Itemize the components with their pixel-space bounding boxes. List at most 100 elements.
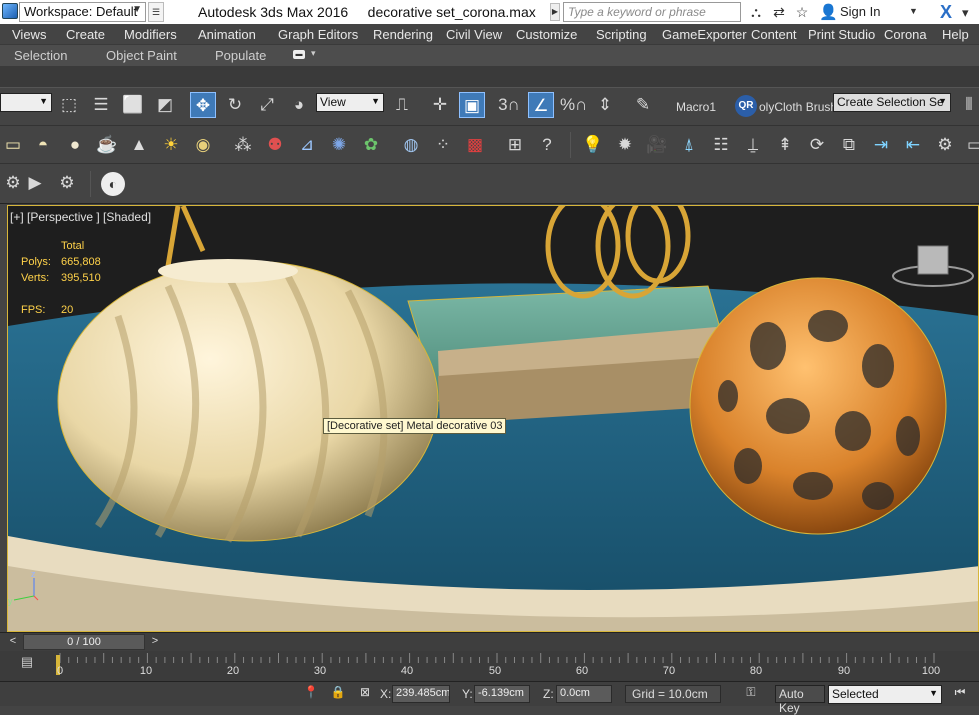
menu-graph-editors[interactable]: Graph Editors: [278, 27, 358, 42]
track-bar[interactable]: ▤ 0 10 20 30 40 50 60 70 80 90 100: [0, 651, 979, 681]
scale-tool-icon[interactable]: ⤢: [254, 92, 280, 118]
exchange-apps-icon[interactable]: X: [936, 2, 956, 22]
workspace-dropdown[interactable]: Workspace: Default ▼: [19, 2, 146, 22]
refresh-icon[interactable]: ⟳: [804, 132, 830, 158]
plane-icon[interactable]: ▭: [0, 132, 26, 158]
reference-coordinate-dropdown[interactable]: View ▼: [316, 93, 384, 112]
menu-rendering[interactable]: Rendering: [373, 27, 433, 42]
window-icon[interactable]: ▭: [962, 132, 979, 158]
menu-modifiers[interactable]: Modifiers: [124, 27, 177, 42]
ribbon-toggle-icon[interactable]: ▬: [293, 50, 305, 59]
render-frame-icon[interactable]: ▩: [462, 132, 488, 158]
app-logo-icon[interactable]: [2, 3, 18, 19]
y-coordinate-field[interactable]: -6.139cm: [474, 685, 530, 703]
rotate-tool-icon[interactable]: ↻: [222, 92, 248, 118]
tab-object-paint[interactable]: Object Paint: [106, 48, 177, 63]
help-menu-icon[interactable]: ▾: [962, 5, 969, 21]
grass-icon[interactable]: ✿: [358, 132, 384, 158]
tab-populate[interactable]: Populate: [215, 48, 266, 63]
tree-icon[interactable]: ⍋: [676, 132, 702, 158]
snaps-toggle-icon[interactable]: 3∩: [496, 92, 522, 118]
menu-civil-view[interactable]: Civil View: [446, 27, 502, 42]
render-iterative-icon[interactable]: ⚙: [54, 170, 80, 196]
rectangular-selection-icon[interactable]: ⬜: [120, 92, 146, 118]
sphere-icon[interactable]: ●: [62, 132, 88, 158]
help-circle-icon[interactable]: ?: [534, 132, 560, 158]
time-slider[interactable]: 0 / 100: [23, 634, 145, 650]
cone-icon[interactable]: ▲: [126, 132, 152, 158]
export-icon[interactable]: ⇤: [900, 132, 926, 158]
place-tool-icon[interactable]: ◕: [286, 92, 312, 118]
sun-icon[interactable]: ☀: [158, 132, 184, 158]
select-by-name-icon[interactable]: ☰: [88, 92, 114, 118]
select-manipulate-icon[interactable]: ✛: [427, 92, 453, 118]
auto-key-button[interactable]: Auto Key: [775, 685, 825, 715]
hemisphere-icon[interactable]: ◓: [30, 132, 56, 158]
macro-label[interactable]: Macro1: [676, 100, 716, 114]
spinner-snap-icon[interactable]: ⇕: [592, 92, 618, 118]
import-icon[interactable]: ⇥: [868, 132, 894, 158]
ribbon-chevron-icon[interactable]: ▾: [311, 48, 316, 59]
edit-named-selection-icon[interactable]: ✎: [630, 92, 656, 118]
layers-icon[interactable]: ⧉: [836, 132, 862, 158]
material-editor-icon[interactable]: ⁘: [430, 132, 456, 158]
camera-icon[interactable]: 🎥: [644, 132, 670, 158]
absolute-mode-icon[interactable]: ⊠: [357, 685, 373, 703]
converter-icon[interactable]: ⊞: [502, 132, 528, 158]
pivot-center-icon[interactable]: ⎍: [389, 92, 415, 118]
menu-corona[interactable]: Corona: [884, 27, 927, 42]
window-crossing-icon[interactable]: ◩: [152, 92, 178, 118]
menu-help[interactable]: Help: [942, 27, 969, 42]
curve-editor-icon[interactable]: ▤: [16, 654, 38, 671]
sign-in-chevron-icon[interactable]: ▼: [909, 6, 918, 16]
hair-icon[interactable]: ⍊: [740, 132, 766, 158]
corona-logo-icon[interactable]: ◐: [101, 172, 125, 196]
viewport-label[interactable]: [+] [Perspective ] [Shaded]: [10, 210, 151, 224]
search-input[interactable]: [563, 2, 741, 22]
selection-filter-dropdown[interactable]: ▼: [0, 93, 52, 112]
sun-helper-icon[interactable]: ✹: [612, 132, 638, 158]
disc-light-icon[interactable]: ◉: [190, 132, 216, 158]
x-coordinate-field[interactable]: 239.485cm: [392, 685, 450, 703]
star-icon[interactable]: ☆: [793, 4, 811, 21]
pine-icon[interactable]: ⇞: [772, 132, 798, 158]
menu-customize[interactable]: Customize: [516, 27, 577, 42]
list-icon[interactable]: ☷: [708, 132, 734, 158]
create-selection-set-dropdown[interactable]: Create Selection Se ▼: [833, 93, 951, 112]
lock-icon[interactable]: 🔒: [330, 685, 346, 703]
material-sphere-icon[interactable]: ◍: [398, 132, 424, 158]
key-filter-dropdown[interactable]: Selected ▼: [828, 685, 942, 704]
menu-print-studio[interactable]: Print Studio: [808, 27, 875, 42]
select-object-icon[interactable]: ⬚: [56, 92, 82, 118]
camera-target-icon[interactable]: ⊿: [294, 132, 320, 158]
scatter-icon[interactable]: ⁂: [230, 132, 256, 158]
z-coordinate-field[interactable]: 0.0cm: [556, 685, 612, 703]
angle-snap-icon[interactable]: ∠: [528, 92, 554, 118]
polycloth-label[interactable]: olyCloth Brushe: [759, 100, 844, 114]
quick-access-menu-icon[interactable]: ☰: [148, 2, 164, 22]
binoculars-icon[interactable]: ⛬: [747, 4, 765, 21]
menu-create[interactable]: Create: [66, 27, 105, 42]
viewport-perspective[interactable]: [+] [Perspective ] [Shaded] Total Polys:…: [7, 205, 979, 632]
user-icon[interactable]: 👤: [819, 3, 838, 21]
tab-selection[interactable]: Selection: [14, 48, 67, 63]
menu-scripting[interactable]: Scripting: [596, 27, 647, 42]
proxy-icon[interactable]: ⚉: [262, 132, 288, 158]
goto-start-icon[interactable]: ⏮: [950, 685, 970, 703]
menu-gameexporter[interactable]: GameExporter: [662, 27, 747, 42]
render-production-icon[interactable]: ▶: [22, 170, 48, 196]
qr-icon[interactable]: QR: [735, 95, 757, 117]
next-frame-icon[interactable]: >: [147, 635, 163, 650]
pin-icon[interactable]: 📍: [303, 685, 319, 703]
percent-snap-icon[interactable]: %∩: [560, 92, 587, 118]
mirror-icon[interactable]: ⦀: [956, 92, 979, 118]
menu-animation[interactable]: Animation: [198, 27, 256, 42]
expand-arrow-icon[interactable]: ▶: [550, 3, 560, 21]
menu-content[interactable]: Content: [751, 27, 797, 42]
menu-views[interactable]: Views: [12, 27, 46, 42]
previous-frame-icon[interactable]: <: [5, 635, 21, 650]
move-tool-icon[interactable]: ✥: [190, 92, 216, 118]
teapot-icon[interactable]: ☕: [94, 132, 120, 158]
sign-in-link[interactable]: Sign In: [840, 4, 880, 19]
frame-ruler[interactable]: 0 10 20 30 40 50 60 70 80 90 100: [56, 653, 940, 679]
